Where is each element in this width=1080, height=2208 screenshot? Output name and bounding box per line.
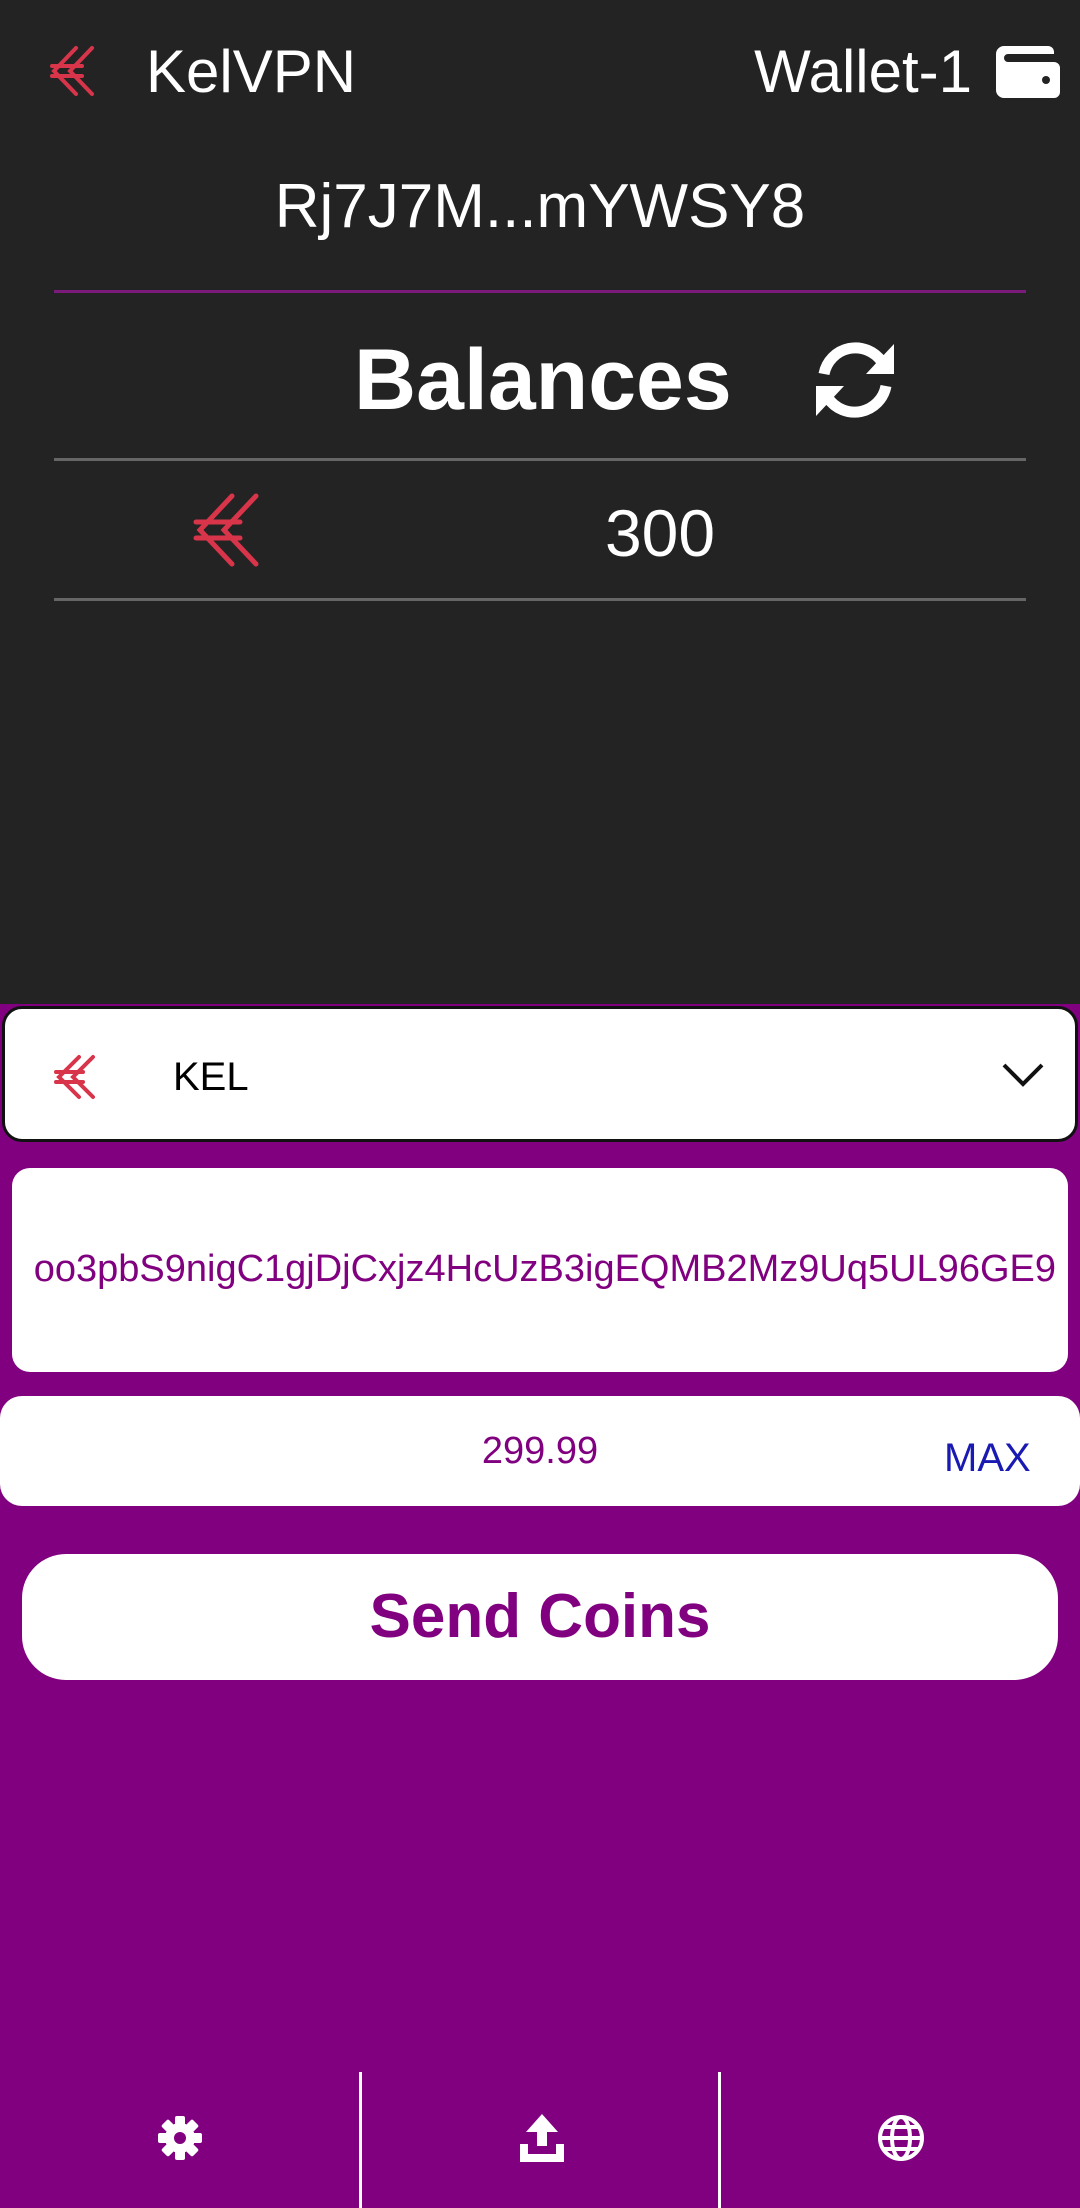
wallet-name[interactable]: Wallet-1 — [754, 36, 972, 108]
wallet-panel: KelVPN Wallet-1 Rj7J7M...mYWSY8 Balances… — [0, 0, 1080, 1004]
bottom-nav — [0, 2072, 1080, 2208]
balance-amount: 300 — [604, 496, 716, 570]
kel-token-icon — [54, 1055, 95, 1099]
chevron-down-icon[interactable] — [1001, 1061, 1045, 1089]
coin-select-value: KEL — [173, 1055, 249, 1099]
kelvpn-logo-icon — [50, 46, 94, 96]
recipient-address-value: oo3pbS9nigC1gjDjCxjz4HcUzB3igEQMB2Mz9Uq5… — [33, 1248, 1056, 1290]
app-title: KelVPN — [146, 38, 357, 105]
send-coins-button[interactable]: Send Coins — [22, 1554, 1058, 1680]
wallet-address[interactable]: Rj7J7M...mYWSY8 — [0, 170, 1080, 244]
divider — [54, 458, 1026, 461]
amount-input[interactable]: 299.99 MAX — [0, 1396, 1080, 1506]
nav-item-settings[interactable] — [0, 2072, 360, 2208]
amount-value: 299.99 — [481, 1430, 599, 1472]
nav-item-send[interactable] — [362, 2072, 722, 2208]
balances-title: Balances — [354, 332, 732, 428]
wallet-icon[interactable] — [996, 42, 1060, 100]
coin-select[interactable]: KEL — [2, 1006, 1078, 1142]
globe-icon — [878, 2115, 924, 2161]
gear-icon — [158, 2116, 202, 2160]
max-button[interactable]: MAX — [944, 1434, 1031, 1482]
kel-token-icon — [193, 493, 259, 567]
divider — [54, 598, 1026, 601]
app-header: KelVPN Wallet-1 — [0, 0, 1080, 146]
recipient-address-input[interactable]: oo3pbS9nigC1gjDjCxjz4HcUzB3igEQMB2Mz9Uq5… — [12, 1168, 1068, 1372]
divider — [54, 290, 1026, 293]
nav-item-network[interactable] — [721, 2072, 1080, 2208]
upload-icon — [520, 2114, 564, 2162]
refresh-icon[interactable] — [810, 338, 900, 422]
